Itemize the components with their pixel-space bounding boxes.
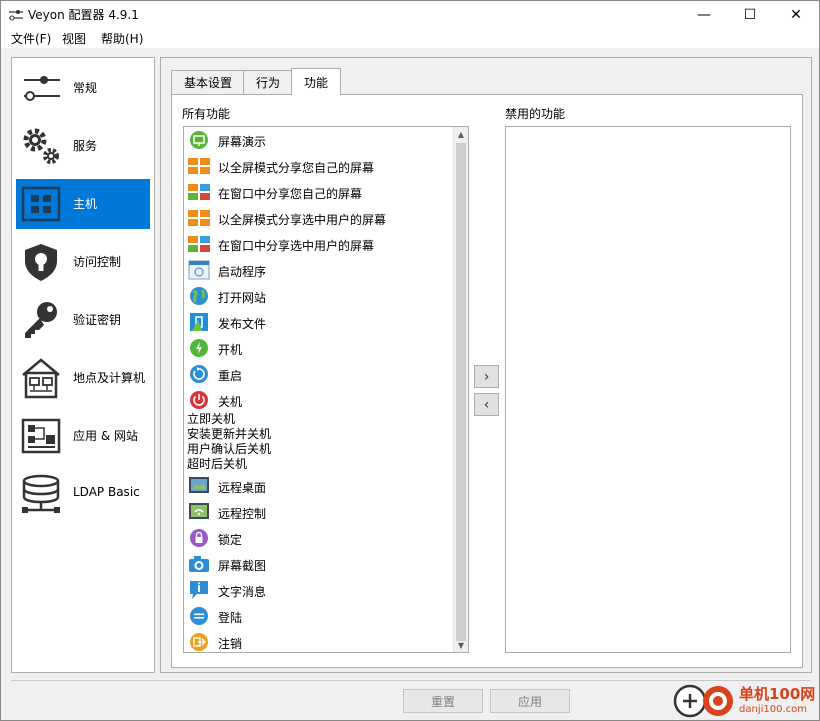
disabled-features-list[interactable] <box>505 126 791 653</box>
sidebar-item-general[interactable]: 常规 <box>16 63 150 113</box>
sidebar-item-auth-keys[interactable]: 验证密钥 <box>16 295 150 345</box>
list-item[interactable]: 屏幕截图 <box>186 551 454 577</box>
app-icon <box>9 10 23 21</box>
shield-lock-icon <box>25 244 57 281</box>
sidebar-item-label: 常规 <box>73 81 98 95</box>
globe-icon <box>190 287 208 305</box>
list-item[interactable]: 在窗口中分享您自己的屏幕 <box>186 179 454 205</box>
minimize-button[interactable]: — <box>681 1 727 28</box>
list-item[interactable]: 远程桌面 <box>186 473 454 499</box>
screen-presentation-icon <box>190 131 208 149</box>
list-item[interactable]: 以全屏模式分享您自己的屏幕 <box>186 153 454 179</box>
window-share-icon <box>188 236 210 252</box>
sidebar-item-label: 地点及计算机 <box>73 371 146 385</box>
menu-file[interactable]: 文件(F) <box>11 30 51 47</box>
logout-icon <box>190 633 208 651</box>
all-features-heading: 所有功能 <box>182 107 231 121</box>
list-item[interactable]: 开机 <box>186 335 454 361</box>
tab-behavior[interactable]: 行为 <box>243 70 293 94</box>
reboot-icon <box>190 365 208 383</box>
watermark-logo-icon <box>673 684 733 718</box>
sidebar-item-access-control[interactable]: 访问控制 <box>16 237 150 287</box>
power-on-icon <box>190 339 208 357</box>
disabled-features-heading: 禁用的功能 <box>505 107 566 121</box>
fullscreen-share-icon <box>188 210 210 226</box>
power-off-icon <box>190 391 208 409</box>
list-item[interactable]: 屏幕演示 <box>186 127 454 153</box>
tab-features[interactable]: 功能 <box>291 68 341 95</box>
program-icon <box>188 260 210 280</box>
scroll-up-icon[interactable]: ▲ <box>454 127 468 141</box>
list-item[interactable]: 用户确认后关机 <box>187 442 271 456</box>
menu-view[interactable]: 视图 <box>62 30 86 47</box>
menu-help[interactable]: 帮助(H) <box>101 30 143 47</box>
list-item[interactable]: 注销 <box>186 629 454 652</box>
scroll-thumb[interactable] <box>456 143 466 641</box>
maximize-button[interactable]: ☐ <box>727 1 773 28</box>
sidebar-item-label: 服务 <box>73 139 98 153</box>
list-item[interactable]: 发布文件 <box>186 309 454 335</box>
move-right-button[interactable]: › <box>474 365 499 388</box>
list-item[interactable]: 安装更新并关机 <box>187 427 271 441</box>
sliders-icon <box>24 76 60 101</box>
window-share-icon <box>188 184 210 200</box>
apps-websites-icon <box>21 418 61 454</box>
gears-icon <box>23 128 59 164</box>
camera-icon <box>189 556 209 572</box>
database-icon <box>22 474 60 513</box>
fullscreen-share-icon <box>188 158 210 174</box>
key-icon <box>25 302 57 338</box>
all-features-list[interactable]: 屏幕演示 以全屏模式分享您自己的屏幕 在窗口中分享您自己的屏幕 以全屏模式分享选… <box>183 126 469 653</box>
lock-icon <box>190 529 208 547</box>
sidebar-item-label: 主机 <box>73 197 98 211</box>
sidebar-item-locations[interactable]: 地点及计算机 <box>16 353 150 403</box>
list-item[interactable]: 锁定 <box>186 525 454 551</box>
window-title: Veyon 配置器 4.9.1 <box>28 8 139 22</box>
list-item[interactable]: 在窗口中分享选中用户的屏幕 <box>186 231 454 257</box>
scroll-down-icon[interactable]: ▼ <box>454 638 468 652</box>
sidebar-item-service[interactable]: 服务 <box>16 121 150 171</box>
menu-bar: 文件(F) 视图 帮助(H) <box>1 28 819 48</box>
tab-basic-settings[interactable]: 基本设置 <box>171 70 245 94</box>
sidebar-item-label: LDAP Basic <box>73 485 140 499</box>
features-tab-page: 所有功能 禁用的功能 屏幕演示 以全屏模式分享您自己的屏幕 在窗口中分享您自己的… <box>171 94 803 668</box>
apply-button[interactable]: 应用 <box>490 689 570 713</box>
list-item[interactable]: 打开网站 <box>186 283 454 309</box>
list-item[interactable]: 重启 <box>186 361 454 387</box>
close-button[interactable]: ✕ <box>773 1 819 28</box>
footer-divider <box>11 680 810 681</box>
list-item[interactable]: 远程控制 <box>186 499 454 525</box>
remote-desktop-icon <box>189 477 209 493</box>
remote-control-icon <box>189 503 209 519</box>
watermark: 单机100网 danji100.com <box>673 682 819 720</box>
sidebar-item-ldap-basic[interactable]: LDAP Basic <box>16 469 150 519</box>
list-item[interactable]: 登陆 <box>186 603 454 629</box>
message-icon <box>190 581 208 599</box>
file-icon <box>190 313 208 331</box>
list-item[interactable]: 关机 <box>186 387 454 413</box>
reset-button[interactable]: 重置 <box>403 689 483 713</box>
sidebar-item-label: 验证密钥 <box>73 313 122 327</box>
sidebar-item-apps-websites[interactable]: 应用 & 网站 <box>16 411 150 461</box>
sidebar-item-label: 访问控制 <box>73 255 122 269</box>
list-item[interactable]: 启动程序 <box>186 257 454 283</box>
move-left-button[interactable]: ‹ <box>474 393 499 416</box>
house-computers-icon <box>22 358 60 399</box>
sidebar-item-label: 应用 & 网站 <box>73 429 138 443</box>
watermark-text: 单机100网 <box>739 685 816 703</box>
watermark-url: danji100.com <box>739 704 807 715</box>
list-item[interactable]: 以全屏模式分享选中用户的屏幕 <box>186 205 454 231</box>
list-item[interactable]: 文字消息 <box>186 577 454 603</box>
sidebar: 常规 服务 主机 访问控制 验证密钥 地点及计算机 应用 & 网站 LDAP B… <box>11 57 155 673</box>
main-panel: 基本设置 行为 功能 所有功能 禁用的功能 屏幕演示 以全屏模式分享您自己的屏幕… <box>160 57 812 673</box>
list-item[interactable]: 立即关机 <box>187 412 235 426</box>
master-grid-icon <box>21 186 61 222</box>
list-scrollbar[interactable]: ▲ ▼ <box>453 127 468 652</box>
list-item[interactable]: 超时后关机 <box>187 457 247 471</box>
login-icon <box>190 607 208 625</box>
title-bar: Veyon 配置器 4.9.1 — ☐ ✕ <box>1 1 819 28</box>
sidebar-item-master[interactable]: 主机 <box>16 179 150 229</box>
app-window: Veyon 配置器 4.9.1 — ☐ ✕ 文件(F) 视图 帮助(H) 常规 <box>0 0 820 721</box>
